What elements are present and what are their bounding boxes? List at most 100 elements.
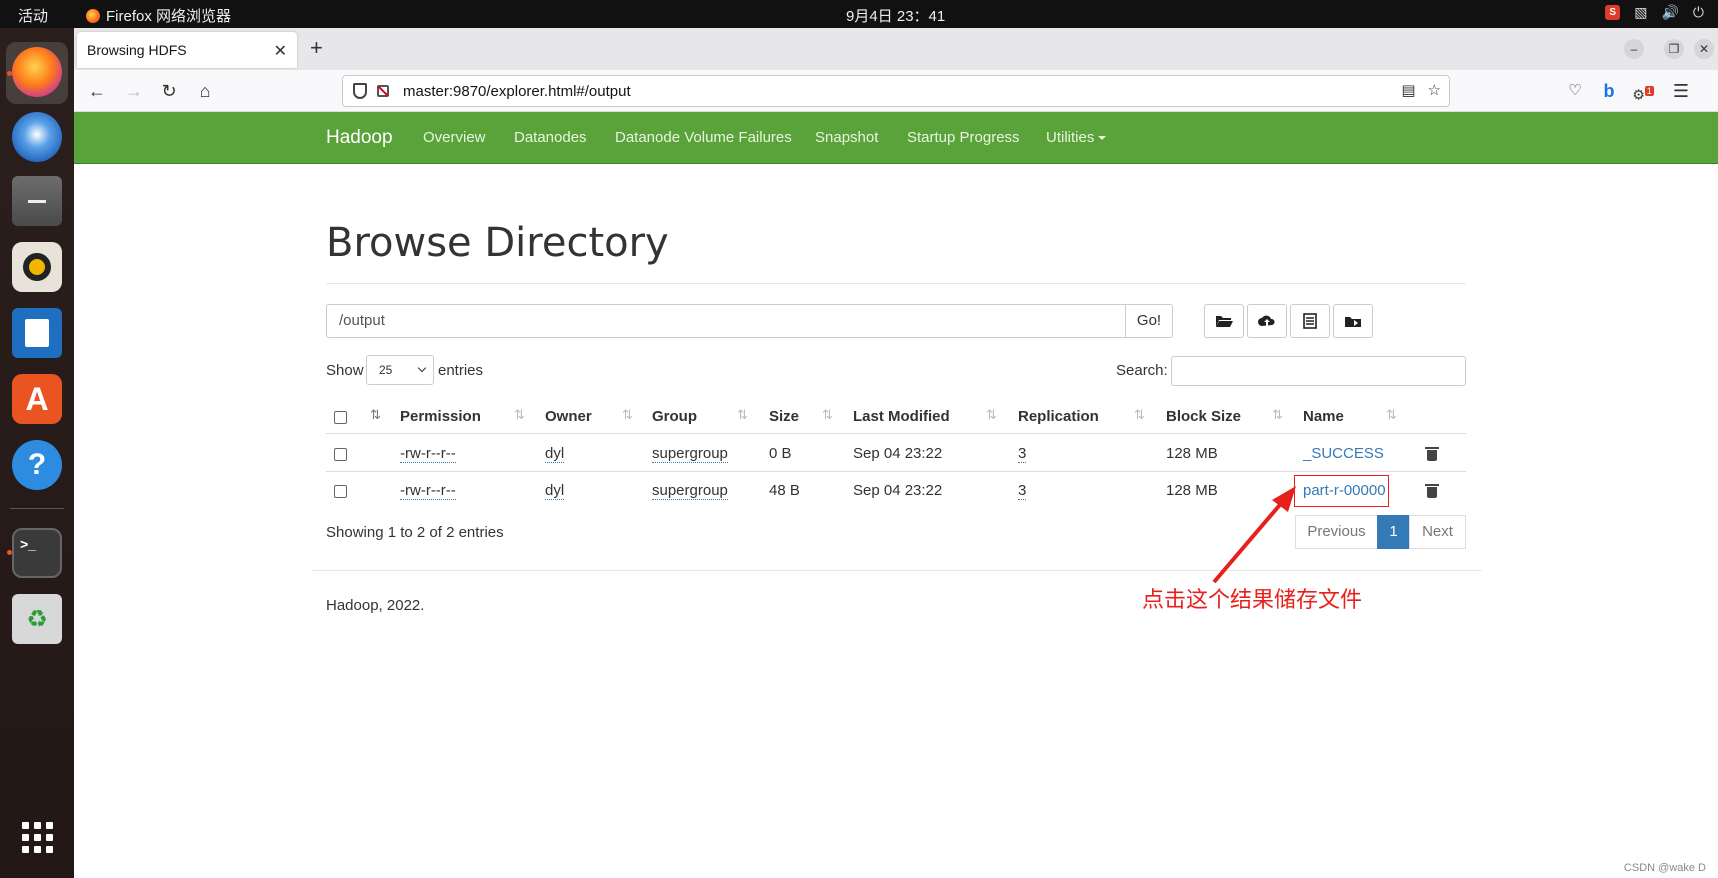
url-bar[interactable]: master:9870/explorer.html#/output ▤ ☆ <box>342 75 1450 107</box>
system-tray[interactable]: S ▧ 🔊 ⏻ <box>1605 4 1704 21</box>
home-icon[interactable]: ⌂ <box>194 80 216 102</box>
cell-last-modified: Sep 04 23:22 <box>853 445 943 462</box>
nav-startup-progress[interactable]: Startup Progress <box>907 129 1020 146</box>
sort-asc-icon[interactable]: ⇅ <box>370 407 381 423</box>
tab-title: Browsing HDFS <box>87 42 187 58</box>
reader-view-icon[interactable]: ▤ <box>1401 81 1415 99</box>
show-label: Show <box>326 362 364 379</box>
column-size[interactable]: Size <box>769 408 799 425</box>
entries-select[interactable]: 25 <box>366 355 434 385</box>
column-replication[interactable]: Replication <box>1018 408 1099 425</box>
url-text[interactable]: master:9870/explorer.html#/output <box>403 83 631 100</box>
trash-icon[interactable]: ♻ <box>12 594 62 644</box>
terminal-icon[interactable]: >_ <box>12 528 62 578</box>
cell-owner[interactable]: dyl <box>545 445 565 463</box>
power-icon[interactable]: ⏻ <box>1693 4 1704 21</box>
sort-icon[interactable]: ⇅ <box>514 407 525 423</box>
row-checkbox[interactable] <box>334 485 347 498</box>
thunderbird-icon[interactable] <box>12 112 62 162</box>
account-badge: 1 <box>1644 86 1654 96</box>
search-input[interactable] <box>1171 356 1466 386</box>
insecure-lock-icon[interactable] <box>377 85 389 97</box>
nav-datanode-volume-failures[interactable]: Datanode Volume Failures <box>615 129 792 146</box>
upload-button[interactable] <box>1247 304 1287 338</box>
nav-overview[interactable]: Overview <box>423 129 486 146</box>
column-last-modified[interactable]: Last Modified <box>853 408 950 425</box>
network-icon[interactable]: ▧ <box>1634 4 1647 21</box>
software-store-icon[interactable]: A <box>12 374 62 424</box>
input-method-icon[interactable]: S <box>1605 5 1621 20</box>
hadoop-brand[interactable]: Hadoop <box>326 127 393 149</box>
hadoop-navbar: Hadoop Overview Datanodes Datanode Volum… <box>74 112 1718 164</box>
clock[interactable]: 9月4日 23：41 <box>846 5 945 26</box>
bing-icon[interactable]: b <box>1598 80 1620 102</box>
new-tab-icon[interactable]: + <box>310 36 323 60</box>
firefox-icon[interactable] <box>12 47 62 97</box>
forward-icon[interactable]: → <box>123 80 145 102</box>
window-close-icon[interactable]: ✕ <box>1694 39 1714 59</box>
volume-icon[interactable]: 🔊 <box>1661 4 1678 21</box>
search-label: Search: <box>1116 362 1168 379</box>
column-block-size[interactable]: Block Size <box>1166 408 1241 425</box>
watermark: CSDN @wake D <box>1623 862 1706 874</box>
sort-icon[interactable]: ⇅ <box>622 407 633 423</box>
help-icon[interactable]: ? <box>12 440 62 490</box>
column-group[interactable]: Group <box>652 408 697 425</box>
show-apps-icon[interactable] <box>22 822 54 854</box>
cell-permission[interactable]: -rw-r--r-- <box>400 482 456 500</box>
delete-trash-icon[interactable] <box>1425 447 1439 461</box>
sort-icon[interactable]: ⇅ <box>1386 407 1397 423</box>
reload-icon[interactable]: ↻ <box>158 80 180 102</box>
select-all-checkbox[interactable] <box>334 411 347 424</box>
writer-icon[interactable] <box>12 308 62 358</box>
cell-replication[interactable]: 3 <box>1018 445 1027 463</box>
nav-datanodes[interactable]: Datanodes <box>514 129 587 146</box>
row-separator <box>326 471 1466 472</box>
paste-button[interactable] <box>1333 304 1373 338</box>
tab-browsing-hdfs[interactable]: Browsing HDFS ✕ <box>77 32 297 68</box>
nav-utilities[interactable]: Utilities <box>1046 129 1107 146</box>
hamburger-menu-icon[interactable]: ☰ <box>1670 80 1692 102</box>
back-icon[interactable]: ← <box>86 80 108 102</box>
create-directory-button[interactable] <box>1204 304 1244 338</box>
cell-replication[interactable]: 3 <box>1018 482 1027 500</box>
sort-icon[interactable]: ⇅ <box>737 407 748 423</box>
cell-permission[interactable]: -rw-r--r-- <box>400 445 456 463</box>
sort-icon[interactable]: ⇅ <box>1134 407 1145 423</box>
directory-path-input[interactable]: /output <box>326 304 1126 338</box>
system-top-bar: 活动 Firefox 网络浏览器 9月4日 23：41 S ▧ 🔊 ⏻ <box>0 0 1718 28</box>
files-icon[interactable] <box>12 176 62 226</box>
column-permission[interactable]: Permission <box>400 408 481 425</box>
app-menu[interactable]: Firefox 网络浏览器 <box>86 5 231 26</box>
cut-paste-button[interactable] <box>1290 304 1330 338</box>
rhythmbox-icon[interactable] <box>12 242 62 292</box>
file-link-success[interactable]: _SUCCESS <box>1303 445 1384 462</box>
column-name[interactable]: Name <box>1303 408 1344 425</box>
restore-icon[interactable]: ❐ <box>1664 39 1684 59</box>
cell-last-modified: Sep 04 23:22 <box>853 482 943 499</box>
sort-icon[interactable]: ⇅ <box>822 407 833 423</box>
next-page-button[interactable]: Next <box>1409 515 1466 549</box>
cell-group[interactable]: supergroup <box>652 482 728 500</box>
minimize-icon[interactable]: – <box>1624 39 1644 59</box>
pocket-icon[interactable]: ♡ <box>1564 80 1586 102</box>
row-checkbox[interactable] <box>334 448 347 461</box>
cell-size: 48 B <box>769 482 800 499</box>
sort-icon[interactable]: ⇅ <box>1272 407 1283 423</box>
nav-snapshot[interactable]: Snapshot <box>815 129 878 146</box>
tab-close-icon[interactable]: ✕ <box>274 41 287 61</box>
activities-button[interactable]: 活动 <box>18 5 48 26</box>
cloud-upload-icon <box>1258 315 1275 326</box>
chevron-down-icon <box>417 363 427 373</box>
tracking-shield-icon[interactable] <box>353 83 367 99</box>
page-1-button[interactable]: 1 <box>1377 515 1410 549</box>
cell-group[interactable]: supergroup <box>652 445 728 463</box>
delete-trash-icon[interactable] <box>1425 484 1439 498</box>
firefox-mini-icon <box>86 8 100 23</box>
column-owner[interactable]: Owner <box>545 408 592 425</box>
go-button[interactable]: Go! <box>1125 304 1173 338</box>
bookmark-star-icon[interactable]: ☆ <box>1428 81 1441 99</box>
sort-icon[interactable]: ⇅ <box>986 407 997 423</box>
cell-owner[interactable]: dyl <box>545 482 565 500</box>
extensions-icon[interactable]: ⚙ 1 <box>1632 80 1654 106</box>
